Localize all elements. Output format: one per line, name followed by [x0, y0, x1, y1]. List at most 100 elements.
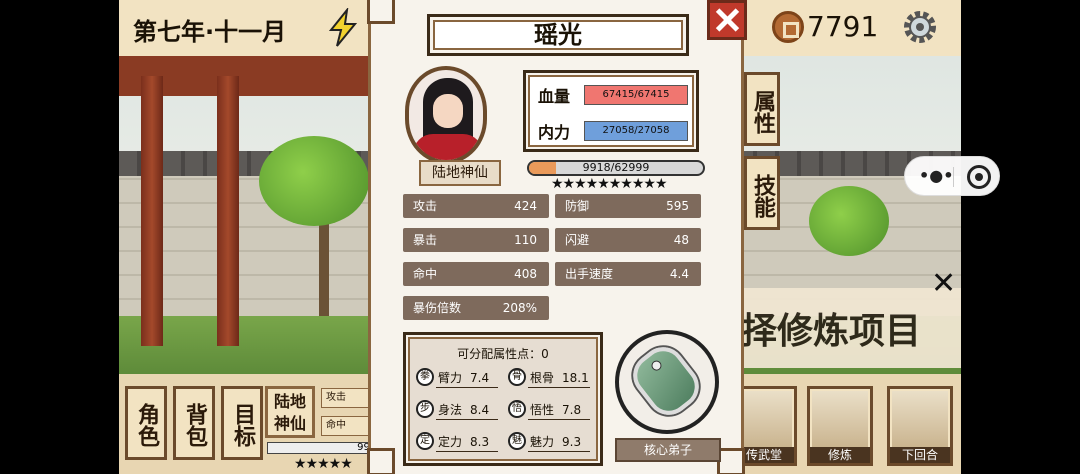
- attribute-label: 悟性: [530, 403, 555, 417]
- tab-skills[interactable]: 技能: [744, 156, 780, 230]
- mini-stat: 命中: [321, 416, 371, 436]
- stat-label: 闪避: [565, 233, 590, 247]
- tab-inventory[interactable]: 背包: [173, 386, 215, 460]
- date-label: 第七年·十一月: [133, 18, 287, 46]
- attribute-underline: [528, 387, 590, 388]
- allocatable-points: 可分配属性点：0: [457, 347, 549, 361]
- mini-realm-badge: 陆地神仙: [265, 386, 315, 438]
- stat-label: 攻击: [413, 199, 438, 213]
- capsule-divider: [953, 167, 954, 187]
- stat-label: 命中: [413, 267, 438, 281]
- attribute-label: 魅力: [530, 435, 555, 449]
- fist-icon: 拳: [416, 368, 434, 386]
- charm-icon: 魅: [508, 432, 526, 450]
- tab-attributes[interactable]: 属性: [744, 72, 780, 146]
- close-icon[interactable]: ✕: [931, 266, 956, 301]
- mp-label: 内力: [538, 123, 571, 142]
- training-select-text: 择修炼项目: [741, 311, 922, 352]
- attribute-row[interactable]: 拳臂力 7.4: [416, 367, 500, 389]
- panel-corner: [367, 448, 395, 474]
- disciple-rank-label[interactable]: 核心弟子: [615, 438, 721, 462]
- tab-goals[interactable]: 目标: [221, 386, 263, 460]
- stat-label: 防御: [565, 199, 590, 213]
- character-name: 瑶光: [427, 14, 689, 56]
- energy-bolt-icon: [328, 8, 358, 47]
- attribute-row[interactable]: 骨根骨 18.1: [508, 367, 592, 389]
- close-button[interactable]: [707, 0, 747, 40]
- attribute-row[interactable]: 步身法 8.4: [416, 399, 500, 421]
- stat-row: 攻击 424: [403, 194, 549, 218]
- attribute-row[interactable]: 悟悟性 7.8: [508, 399, 592, 421]
- character-panel: 瑶光 陆地神仙 血量 67415/67415 内力 27058/27058 99…: [367, 0, 747, 474]
- train-icon: [812, 391, 868, 449]
- runner-icon: 步: [416, 400, 434, 418]
- next-turn-icon: [892, 391, 948, 449]
- item-slot[interactable]: [615, 330, 719, 434]
- training-select-banner: 择修炼项目: [741, 288, 961, 368]
- train-label: 修炼: [810, 447, 870, 463]
- meditation-icon: 定: [416, 432, 434, 450]
- gear-icon[interactable]: [901, 8, 939, 46]
- vitals-box: 血量 67415/67415 内力 27058/27058: [523, 70, 699, 152]
- more-icon[interactable]: •●•: [919, 166, 953, 185]
- attribute-value: 8.4: [470, 403, 490, 417]
- miniprogram-capsule: •●•: [904, 156, 1000, 196]
- stat-label: 暴伤倍数: [413, 301, 462, 315]
- stat-row: 暴击 110: [403, 228, 549, 252]
- coin-count: 7791: [807, 10, 879, 43]
- stat-value: 408: [514, 267, 537, 281]
- attribute-row[interactable]: 定定力 8.3: [416, 431, 500, 453]
- stat-row: 命中 408: [403, 262, 549, 286]
- exit-target-icon[interactable]: [967, 165, 991, 189]
- stat-row: 闪避 48: [555, 228, 701, 252]
- stat-label: 出手速度: [565, 267, 614, 281]
- train-button[interactable]: 修炼: [807, 386, 873, 466]
- stat-value: 424: [514, 199, 537, 213]
- panel-corner: [367, 0, 395, 24]
- attribute-allocation-box: 可分配属性点：0 拳臂力 7.4 骨根骨 18.1 步身法 8.4 悟悟性 7.8 定定力 8.3…: [403, 332, 603, 466]
- attribute-label: 根骨: [530, 371, 555, 385]
- attribute-underline: [528, 451, 590, 452]
- attribute-value: 7.8: [562, 403, 582, 417]
- stat-value: 4.4: [669, 267, 689, 281]
- attribute-underline: [436, 451, 498, 452]
- pillar: [141, 76, 163, 346]
- attribute-label: 定力: [438, 435, 463, 449]
- attribute-row[interactable]: 魅魅力 9.3: [508, 431, 592, 453]
- attribute-value: 7.4: [470, 371, 490, 385]
- attribute-underline: [436, 419, 498, 420]
- stat-value: 208%: [502, 301, 537, 315]
- mini-stat: 攻击: [321, 388, 371, 408]
- pillar: [217, 76, 239, 346]
- stat-row: 出手速度 4.4: [555, 262, 701, 286]
- hp-bar: 67415/67415: [584, 85, 688, 105]
- character-portrait: [405, 66, 487, 164]
- stat-value: 110: [514, 233, 537, 247]
- exp-text: 9918/62999: [582, 161, 650, 174]
- next-turn-button[interactable]: 下回合: [887, 386, 953, 466]
- next-turn-label: 下回合: [890, 447, 950, 463]
- attribute-underline: [436, 387, 498, 388]
- stat-label: 暴击: [413, 233, 438, 247]
- mini-stars: ★★★★★: [294, 456, 353, 472]
- stat-value: 48: [673, 233, 689, 247]
- tree: [259, 136, 369, 226]
- jade-token-icon: [624, 338, 708, 424]
- tab-character[interactable]: 角色: [125, 386, 167, 460]
- portrait-face: [433, 94, 463, 128]
- coin-icon: [772, 11, 804, 43]
- exp-bar: 9918/62999: [527, 160, 705, 176]
- stat-row: 防御 595: [555, 194, 701, 218]
- panel-corner: [717, 448, 745, 474]
- stat-value: 595: [666, 199, 689, 213]
- attribute-label: 臂力: [438, 371, 463, 385]
- realm-badge: 陆地神仙: [419, 160, 501, 186]
- star-rating: ★★★★★★★★★★: [551, 176, 668, 192]
- attribute-value: 18.1: [562, 371, 589, 385]
- hp-label: 血量: [538, 87, 571, 106]
- attribute-value: 8.3: [470, 435, 490, 449]
- bone-icon: 骨: [508, 368, 526, 386]
- tree: [809, 186, 889, 256]
- attribute-value: 9.3: [562, 435, 582, 449]
- attribute-underline: [528, 419, 590, 420]
